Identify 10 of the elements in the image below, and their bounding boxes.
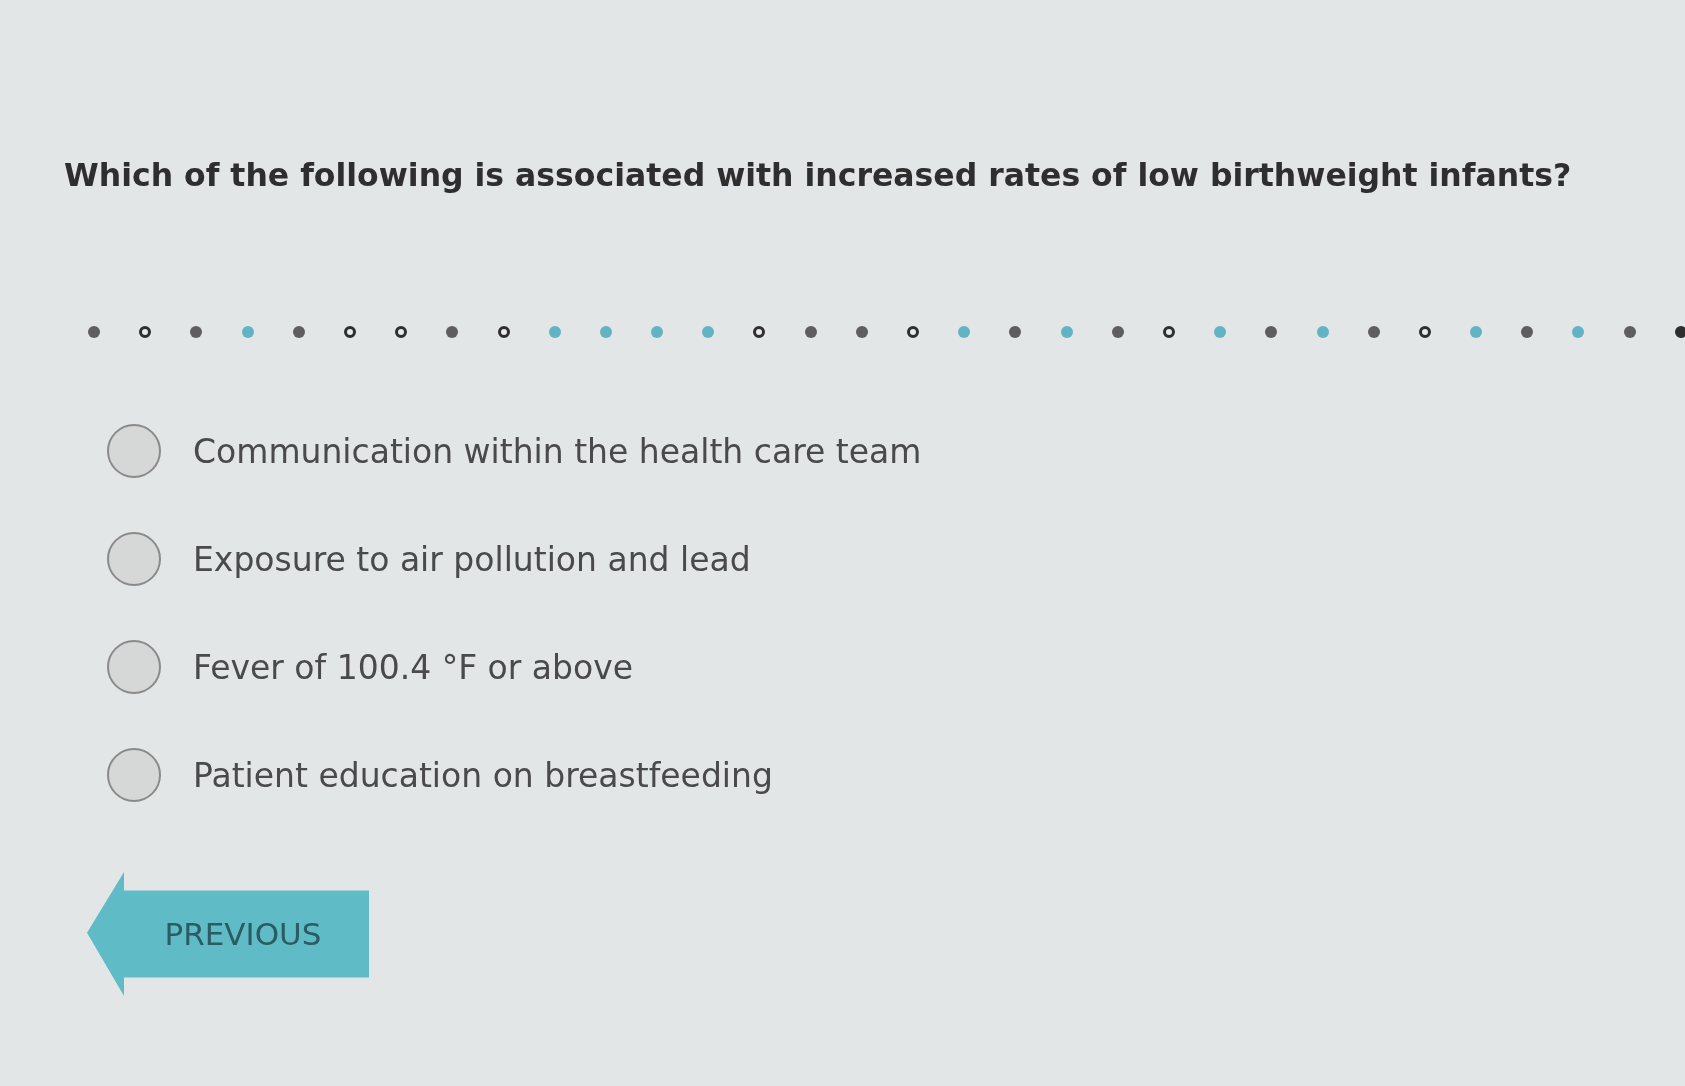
option-label: Patient education on breastfeeding bbox=[193, 755, 773, 795]
question-text: Which of the following is associated with increased rates of low birthweight infants? bbox=[64, 156, 1573, 195]
option-label: Exposure to air pollution and lead bbox=[193, 539, 751, 579]
option-label: Communication within the health care team bbox=[193, 431, 922, 471]
radio-button[interactable] bbox=[107, 424, 161, 478]
option-label: Fever of 100.4 °F or above bbox=[193, 647, 634, 687]
radio-button[interactable] bbox=[107, 532, 161, 586]
previous-button[interactable]: PREVIOUS bbox=[87, 872, 369, 996]
radio-button[interactable] bbox=[107, 640, 161, 694]
radio-button[interactable] bbox=[107, 748, 161, 802]
